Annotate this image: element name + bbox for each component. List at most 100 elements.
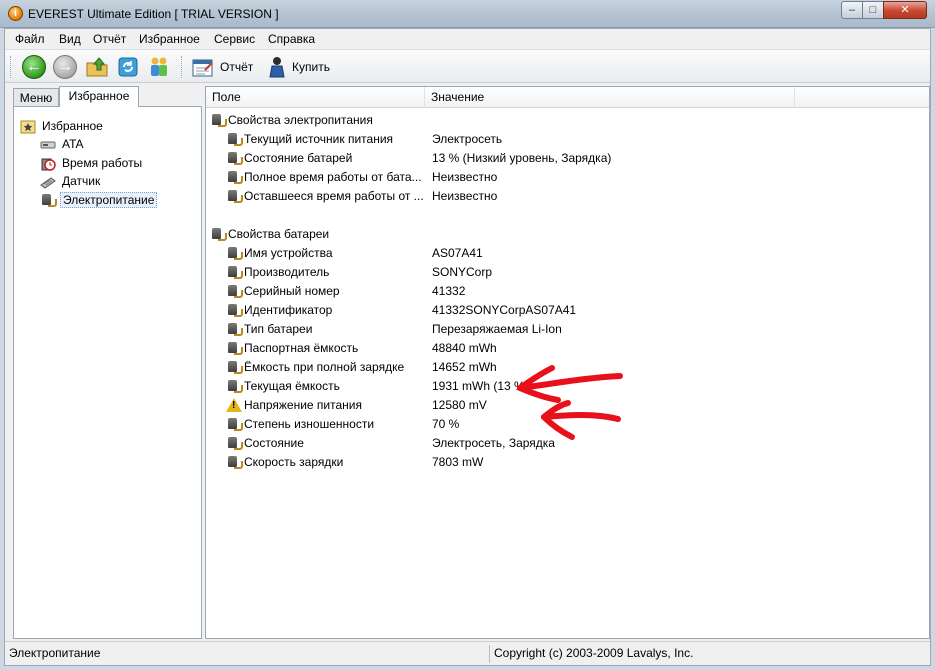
field-value: 7803 mW <box>432 455 484 469</box>
list-item[interactable]: Производитель SONYCorp <box>206 262 929 281</box>
plug-icon <box>226 264 243 279</box>
field-name: Идентификатор <box>244 303 333 317</box>
field-value: 70 % <box>432 417 460 431</box>
field-name: Производитель <box>244 265 330 279</box>
app-info-icon: i <box>8 6 23 21</box>
left-panel: Меню Избранное Избранное ATA Время работ… <box>9 86 202 639</box>
details-list: Поле Значение Свойства электропитания Тек… <box>205 86 930 639</box>
report-button-label[interactable]: Отчёт <box>220 60 253 74</box>
plug-icon <box>226 416 243 431</box>
tree-root-label: Избранное <box>42 119 103 133</box>
list-item[interactable]: Идентификатор 41332SONYCorpAS07A41 <box>206 300 929 319</box>
maximize-button[interactable]: □ <box>862 1 884 19</box>
group-title: Свойства батареи <box>228 227 330 241</box>
field-value: 48840 mWh <box>432 341 497 355</box>
up-folder-icon[interactable] <box>85 55 109 79</box>
refresh-icon[interactable] <box>116 55 140 79</box>
warning-icon <box>226 397 242 412</box>
users-icon[interactable] <box>147 55 171 79</box>
menu-view[interactable]: Вид <box>59 32 81 46</box>
forward-icon[interactable]: → <box>53 55 77 79</box>
field-name: Текущий источник питания <box>244 132 394 146</box>
field-value: 13 % (Низкий уровень, Зарядка) <box>432 151 612 165</box>
favorites-tree: Избранное ATA Время работы Датчик Электр… <box>13 106 202 639</box>
sensor-icon <box>40 174 56 189</box>
field-name: Скорость зарядки <box>244 455 344 469</box>
list-item[interactable]: Оставшееся время работы от ... Неизвестно <box>206 186 929 205</box>
uptime-icon <box>40 156 56 171</box>
group-title: Свойства электропитания <box>228 113 373 127</box>
column-header-field[interactable]: Поле <box>206 87 425 108</box>
annotation-arrow-bottom <box>541 400 621 440</box>
field-name: Напряжение питания <box>244 398 362 412</box>
plug-icon <box>226 169 243 184</box>
list-item[interactable]: Паспортная ёмкость 48840 mWh <box>206 338 929 357</box>
field-value: Неизвестно <box>432 170 498 184</box>
field-name: Ёмкость при полной зарядке <box>244 360 405 374</box>
back-icon[interactable]: ← <box>22 55 46 79</box>
menu-file[interactable]: Файл <box>15 32 45 46</box>
buy-button-label[interactable]: Купить <box>292 60 330 74</box>
field-value: 41332SONYCorpAS07A41 <box>432 303 577 317</box>
close-button[interactable]: ✕ <box>883 1 927 19</box>
list-item[interactable]: Состояние батарей 13 % (Низкий уровень, З… <box>206 148 929 167</box>
field-value: Электросеть <box>432 132 503 146</box>
plug-icon <box>226 359 243 374</box>
field-value: AS07A41 <box>432 246 483 260</box>
list-item[interactable]: Имя устройства AS07A41 <box>206 243 929 262</box>
field-name: Полное время работы от бата... <box>244 170 422 184</box>
plug-icon <box>226 435 243 450</box>
status-bar: Электропитание Copyright (c) 2003-2009 L… <box>5 641 930 665</box>
plug-icon <box>226 378 243 393</box>
status-copyright: Copyright (c) 2003-2009 Lavalys, Inc. <box>489 645 926 663</box>
list-item[interactable]: Скорость зарядки 7803 mW <box>206 452 929 471</box>
tree-item-label: ATA <box>62 137 84 151</box>
plug-icon <box>226 245 243 260</box>
favorites-folder-icon <box>20 119 36 134</box>
toolbar-grip[interactable] <box>10 56 13 78</box>
plug-icon <box>210 226 227 241</box>
title-bar: i EVEREST Ultimate Edition [ TRIAL VERSI… <box>0 0 935 28</box>
menu-report[interactable]: Отчёт <box>93 32 126 46</box>
status-current-page: Электропитание <box>9 646 101 660</box>
field-value: SONYCorp <box>432 265 493 279</box>
list-group-header[interactable]: Свойства электропитания <box>206 110 929 129</box>
field-name: Имя устройства <box>244 246 333 260</box>
list-group-header[interactable]: Свойства батареи <box>206 224 929 243</box>
tab-favorites[interactable]: Избранное <box>59 86 139 107</box>
menu-service[interactable]: Сервис <box>214 32 255 46</box>
report-icon[interactable] <box>191 55 215 79</box>
field-name: Серийный номер <box>244 284 340 298</box>
plug-icon <box>40 192 57 207</box>
field-name: Степень изношенности <box>244 417 375 431</box>
menu-favorites[interactable]: Избранное <box>139 32 200 46</box>
menu-help[interactable]: Справка <box>268 32 315 46</box>
plug-icon <box>226 302 243 317</box>
field-value: 14652 mWh <box>432 360 497 374</box>
buy-icon[interactable] <box>265 55 289 79</box>
tab-menu[interactable]: Меню <box>13 88 59 107</box>
tree-item-label: Датчик <box>62 174 101 188</box>
field-name: Состояние <box>244 436 304 450</box>
field-name: Паспортная ёмкость <box>244 341 359 355</box>
list-item[interactable]: Тип батареи Перезаряжаемая Li-Ion <box>206 319 929 338</box>
plug-icon <box>226 150 243 165</box>
list-item[interactable]: Текущий источник питания Электросеть <box>206 129 929 148</box>
field-name: Тип батареи <box>244 322 313 336</box>
minimize-button[interactable]: – <box>841 1 863 19</box>
plug-icon <box>226 321 243 336</box>
main-window: Файл Вид Отчёт Избранное Сервис Справка … <box>4 28 931 666</box>
field-value: Перезаряжаемая Li-Ion <box>432 322 562 336</box>
plug-icon <box>226 131 243 146</box>
list-header: Поле Значение <box>206 87 929 108</box>
plug-icon <box>210 112 227 127</box>
list-item[interactable]: Полное время работы от бата... Неизвестно <box>206 167 929 186</box>
field-name: Текущая ёмкость <box>244 379 340 393</box>
tree-item-label: Время работы <box>62 156 143 170</box>
list-item[interactable]: Серийный номер 41332 <box>206 281 929 300</box>
toolbar: ← → Отчёт Купить <box>5 49 930 83</box>
column-header-value[interactable]: Значение <box>425 87 795 108</box>
plug-icon <box>226 283 243 298</box>
field-value: 41332 <box>432 284 466 298</box>
plug-icon <box>226 188 243 203</box>
